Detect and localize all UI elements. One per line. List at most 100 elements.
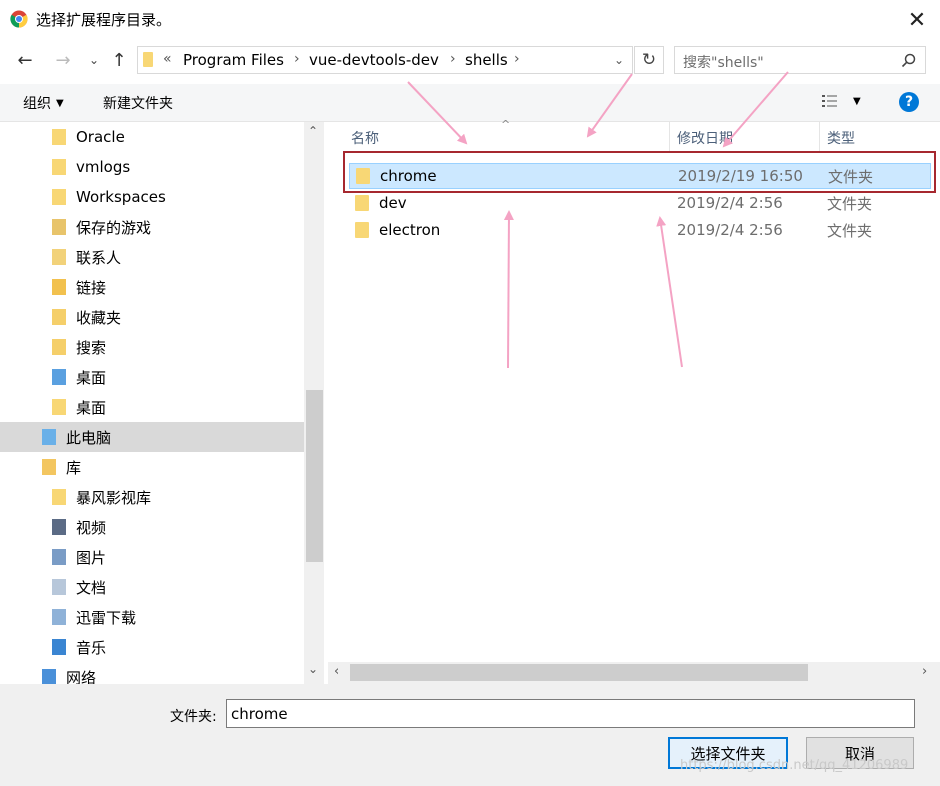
watermark-text: https://blog.csdn.net/qq_41206989 bbox=[680, 758, 909, 773]
search-input[interactable]: 搜索"shells" bbox=[674, 46, 926, 74]
tree-item-label: 桌面 bbox=[76, 368, 107, 387]
tree-item[interactable]: 库 bbox=[0, 452, 304, 482]
tree-item[interactable]: 图片 bbox=[0, 542, 304, 572]
scroll-up-icon[interactable]: ⌃ bbox=[308, 124, 318, 138]
window-title: 选择扩展程序目录。 bbox=[36, 11, 172, 29]
tree-item-label: 联系人 bbox=[76, 248, 122, 267]
address-dropdown-icon[interactable]: ⌄ bbox=[614, 53, 624, 67]
refresh-button[interactable]: ↻ bbox=[634, 46, 664, 74]
saved-games-icon bbox=[52, 219, 66, 235]
chevron-right-icon[interactable]: › bbox=[450, 51, 456, 67]
tree-item-label: 此电脑 bbox=[66, 428, 112, 447]
tree-item-label: 视频 bbox=[76, 518, 107, 537]
contacts-icon bbox=[52, 249, 66, 265]
tree-item[interactable]: vmlogs bbox=[0, 152, 304, 182]
chevron-right-icon[interactable]: › bbox=[294, 51, 300, 67]
breadcrumb-vue-devtools-dev[interactable]: vue-devtools-dev bbox=[309, 51, 439, 69]
file-row[interactable]: electron 2019/2/4 2:56 文件夹 bbox=[349, 217, 931, 243]
network-icon bbox=[42, 669, 56, 684]
file-name: dev bbox=[379, 194, 407, 212]
tree-item[interactable]: 桌面 bbox=[0, 362, 304, 392]
tree-item[interactable]: 视频 bbox=[0, 512, 304, 542]
tree-item-label: 迅雷下载 bbox=[76, 608, 137, 627]
tree-item-label: 保存的游戏 bbox=[76, 218, 152, 237]
tree-item[interactable]: Workspaces bbox=[0, 182, 304, 212]
scroll-down-icon[interactable]: ⌄ bbox=[308, 662, 318, 676]
searches-icon bbox=[52, 339, 66, 355]
tree-item[interactable]: 音乐 bbox=[0, 632, 304, 662]
column-divider[interactable] bbox=[819, 122, 820, 152]
tree-item-label: Oracle bbox=[76, 128, 125, 146]
tree-item[interactable]: Oracle bbox=[0, 122, 304, 152]
forward-arrow-icon[interactable]: → bbox=[51, 48, 75, 72]
search-icon[interactable] bbox=[901, 53, 916, 68]
scroll-left-icon[interactable]: ‹ bbox=[334, 664, 339, 679]
navigation-scrollbar-thumb[interactable] bbox=[306, 390, 323, 562]
pictures-icon bbox=[52, 549, 66, 565]
column-header-modified[interactable]: 修改日期 bbox=[677, 128, 733, 148]
folder-icon bbox=[355, 195, 369, 211]
breadcrumb-shells[interactable]: shells bbox=[465, 51, 508, 69]
back-arrow-icon[interactable]: ← bbox=[13, 48, 37, 72]
tree-item[interactable]: 收藏夹 bbox=[0, 302, 304, 332]
organize-label: 组织 bbox=[23, 96, 51, 112]
view-options-button[interactable]: ▼ bbox=[821, 93, 861, 109]
file-list-scrollbar-thumb[interactable] bbox=[350, 664, 808, 681]
chevron-right-icon[interactable]: › bbox=[514, 51, 520, 67]
up-arrow-icon[interactable]: ↑ bbox=[107, 48, 131, 72]
tree-item-label: 网络 bbox=[66, 668, 97, 685]
recent-locations-chevron-icon[interactable]: ⌄ bbox=[82, 48, 106, 72]
documents-icon bbox=[52, 579, 66, 595]
folder-icon bbox=[52, 189, 66, 205]
tree-item[interactable]: 文档 bbox=[0, 572, 304, 602]
folder-icon bbox=[355, 222, 369, 238]
refresh-icon: ↻ bbox=[641, 50, 657, 70]
file-row[interactable]: dev 2019/2/4 2:56 文件夹 bbox=[349, 190, 931, 216]
scroll-right-icon[interactable]: › bbox=[922, 664, 927, 679]
folder-label: 文件夹: bbox=[170, 709, 217, 725]
tree-item[interactable]: 网络 bbox=[0, 662, 304, 684]
breadcrumb-program-files[interactable]: Program Files bbox=[183, 51, 284, 69]
address-bar[interactable]: « Program Files › vue-devtools-dev › she… bbox=[137, 46, 633, 74]
address-overflow[interactable]: « bbox=[163, 51, 172, 67]
navigation-tree: Oracle vmlogs Workspaces 保存的游戏 联系人 链接 收藏夹 搜索 桌面桌… bbox=[0, 122, 326, 684]
tree-item[interactable]: 迅雷下载 bbox=[0, 602, 304, 632]
links-icon bbox=[52, 279, 66, 295]
folder-icon bbox=[52, 399, 66, 415]
favorites-icon bbox=[52, 309, 66, 325]
file-type: 文件夹 bbox=[827, 221, 873, 240]
desktop-icon bbox=[52, 369, 66, 385]
tree-item[interactable]: 此电脑 bbox=[0, 422, 304, 452]
tree-item-label: 暴风影视库 bbox=[76, 488, 152, 507]
annotation-highlight-box bbox=[343, 151, 936, 193]
tree-item[interactable]: 链接 bbox=[0, 272, 304, 302]
help-icon[interactable]: ? bbox=[899, 92, 919, 112]
music-icon bbox=[52, 639, 66, 655]
close-button[interactable]: ✕ bbox=[898, 4, 936, 36]
tree-item-label: 音乐 bbox=[76, 638, 107, 657]
title-bar: 选择扩展程序目录。 ✕ bbox=[0, 0, 940, 40]
tree-item[interactable]: 联系人 bbox=[0, 242, 304, 272]
tree-item[interactable]: 暴风影视库 bbox=[0, 482, 304, 512]
new-folder-button[interactable]: 新建文件夹 bbox=[103, 93, 173, 113]
folder-icon bbox=[52, 129, 66, 145]
folder-icon bbox=[143, 52, 153, 67]
column-divider[interactable] bbox=[669, 122, 670, 152]
computer-icon bbox=[42, 429, 56, 445]
tree-item-label: 桌面 bbox=[76, 398, 107, 417]
tree-item[interactable]: 搜索 bbox=[0, 332, 304, 362]
tree-item[interactable]: 保存的游戏 bbox=[0, 212, 304, 242]
details-view-icon bbox=[822, 95, 837, 107]
organize-menu[interactable]: 组织 ▼ bbox=[23, 93, 64, 113]
tree-item-label: 图片 bbox=[76, 548, 107, 567]
dropdown-triangle-icon: ▼ bbox=[853, 95, 861, 107]
folder-name-input[interactable] bbox=[226, 699, 915, 728]
tree-item-label: vmlogs bbox=[76, 158, 131, 176]
dropdown-triangle-icon: ▼ bbox=[56, 97, 64, 109]
tree-item-label: 收藏夹 bbox=[76, 308, 122, 327]
videos-icon bbox=[52, 519, 66, 535]
tree-item[interactable]: 桌面 bbox=[0, 392, 304, 422]
column-header-type[interactable]: 类型 bbox=[827, 128, 855, 148]
tree-item-label: 文档 bbox=[76, 578, 107, 597]
column-header-name[interactable]: 名称 bbox=[351, 128, 379, 148]
